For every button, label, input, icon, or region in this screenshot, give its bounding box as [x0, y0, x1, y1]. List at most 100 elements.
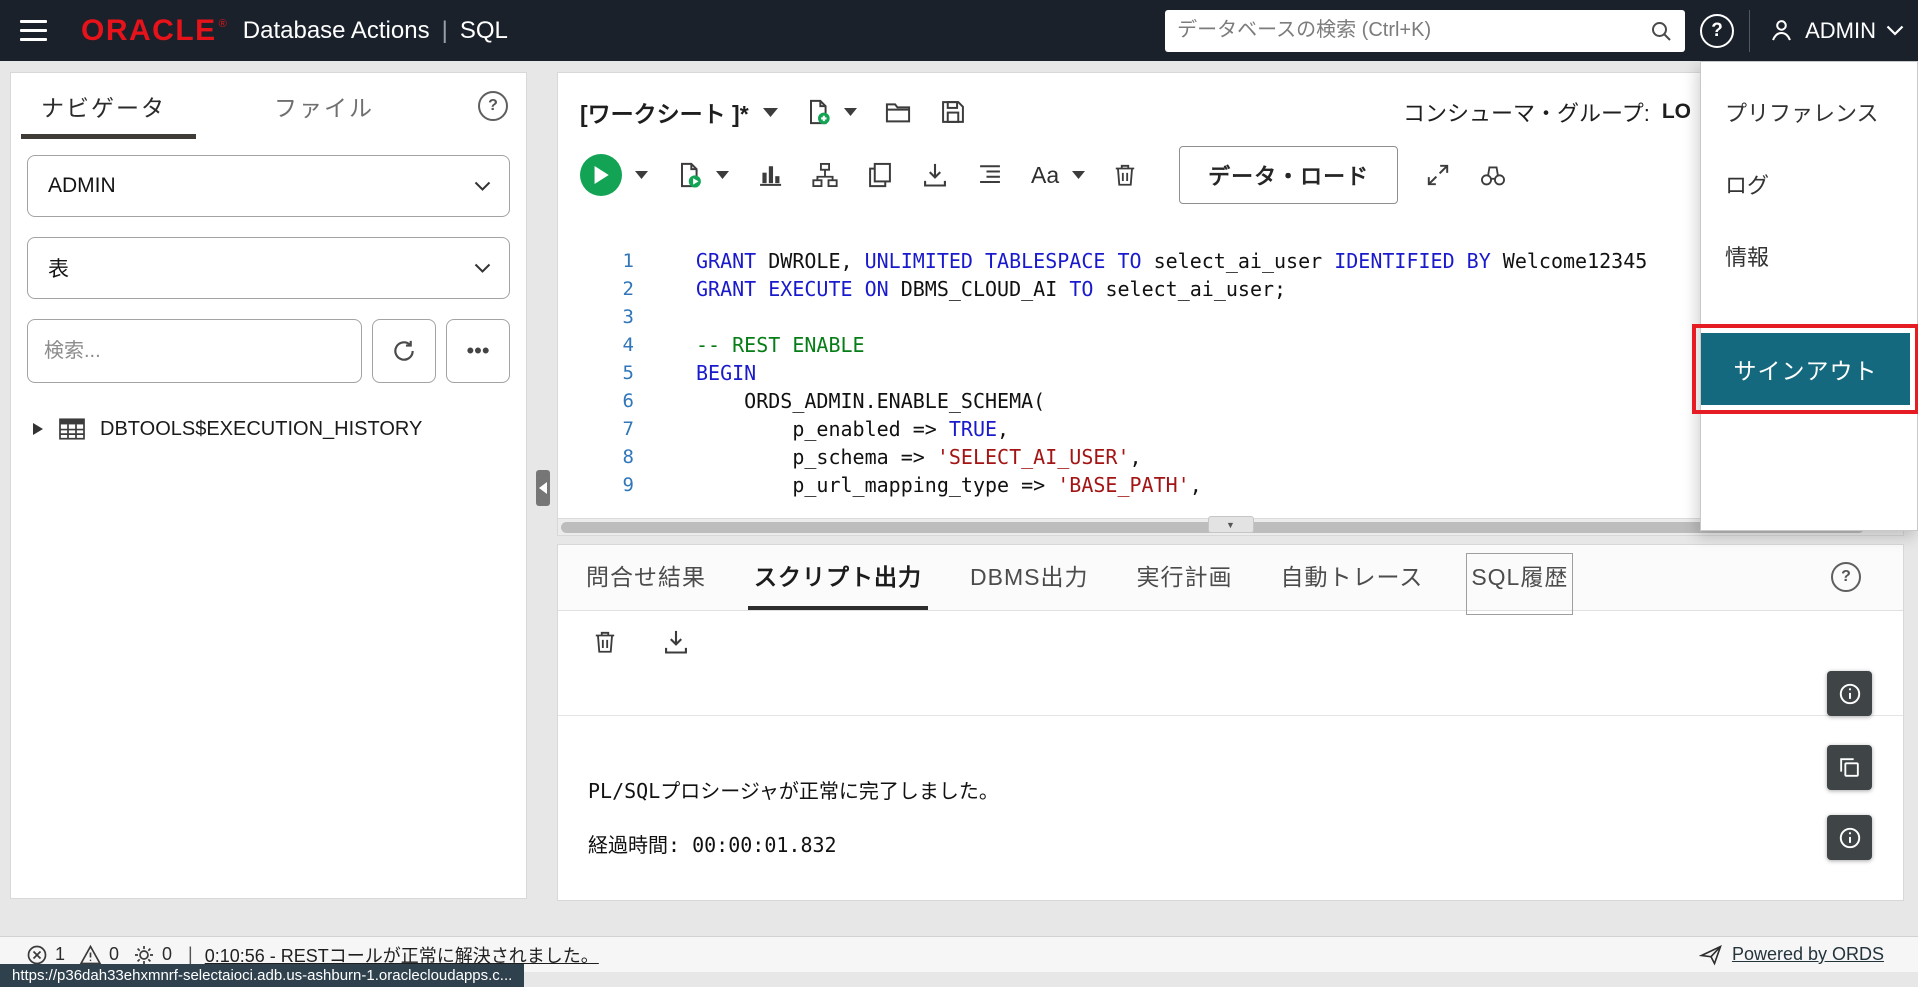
error-counter[interactable]: 1 [26, 944, 65, 966]
task-count: 0 [162, 944, 172, 965]
autotrace-button[interactable] [811, 161, 839, 189]
tab-navigator[interactable]: ナビゲータ [29, 73, 196, 139]
warning-icon [79, 944, 102, 966]
status-right: Powered by ORDS [1699, 944, 1884, 966]
menu-item-info[interactable]: 情報 [1701, 220, 1917, 292]
expand-caret-icon[interactable] [31, 422, 44, 436]
save-worksheet-button[interactable] [939, 98, 967, 126]
oracle-logo: ORACLE [81, 14, 217, 48]
find-button[interactable] [1478, 162, 1508, 188]
tab-autotrace[interactable]: 自動トレース [1280, 558, 1423, 610]
clear-output-button[interactable] [592, 628, 618, 656]
header: ORACLE ® Database Actions | SQL ? ADMIN [0, 0, 1918, 61]
user-menu-button[interactable]: ADMIN [1749, 10, 1904, 52]
line-number: 5 [558, 359, 656, 387]
app-subtitle: SQL [460, 17, 508, 45]
line-number: 7 [558, 415, 656, 443]
line-number: 1 [558, 247, 656, 275]
new-worksheet-button[interactable] [804, 98, 832, 126]
code-text: p_url_mapping_type => 'BASE_PATH', [656, 471, 1202, 499]
chevron-down-icon [763, 108, 778, 117]
panel-splitter-handle[interactable]: ▼ [1208, 516, 1254, 533]
status-divider: | [188, 944, 193, 965]
tab-query-result[interactable]: 問合せ結果 [586, 558, 706, 610]
run-script-button[interactable] [675, 161, 703, 189]
warning-count: 0 [109, 944, 119, 965]
hamburger-menu-icon[interactable] [20, 20, 47, 41]
refresh-button[interactable] [372, 319, 436, 383]
ords-rocket-icon [1699, 944, 1723, 966]
code-text: p_schema => 'SELECT_AI_USER', [656, 443, 1142, 471]
code-text: GRANT DWROLE, UNLIMITED TABLESPACE TO se… [656, 247, 1647, 275]
clear-worksheet-button[interactable] [1112, 161, 1138, 189]
worksheet-title: [ワークシート ]* [580, 95, 749, 129]
copy-output-button[interactable] [1827, 745, 1872, 790]
object-type-value: 表 [48, 253, 69, 283]
results-help-button[interactable]: ? [1831, 562, 1861, 592]
code-text: BEGIN [656, 359, 756, 387]
code-text: -- REST ENABLE [656, 331, 865, 359]
sidebar-help-button[interactable]: ? [478, 91, 508, 121]
menu-item-log[interactable]: ログ [1701, 148, 1917, 220]
powered-by-ords-link[interactable]: Powered by ORDS [1732, 944, 1884, 965]
run-button[interactable] [580, 154, 622, 196]
error-icon [26, 944, 48, 966]
user-icon [1768, 17, 1795, 44]
sidebar-search-input[interactable] [44, 340, 345, 363]
sidebar-collapse-handle[interactable] [536, 470, 550, 506]
consumer-group-value[interactable]: LO [1662, 100, 1691, 124]
output-info-button-top[interactable] [1827, 671, 1872, 716]
results-toolbar [558, 611, 1903, 673]
signout-button[interactable]: サインアウト [1701, 333, 1910, 405]
chevron-down-icon[interactable] [844, 108, 857, 116]
tree-item-label: DBTOOLS$EXECUTION_HISTORY [100, 418, 422, 441]
line-number: 9 [558, 471, 656, 499]
line-number: 8 [558, 443, 656, 471]
output-message: PL/SQLプロシージャが正常に完了しました。 [588, 778, 1903, 804]
run-options-chevron[interactable] [635, 171, 648, 179]
format-button[interactable] [976, 161, 1004, 189]
tree-item[interactable]: DBTOOLS$EXECUTION_HISTORY [27, 411, 510, 447]
code-text: p_enabled => TRUE, [656, 415, 1009, 443]
sidebar-search-row: ••• [27, 319, 510, 383]
data-load-button[interactable]: データ・ロード [1179, 146, 1398, 204]
elapsed-time: 経過時間: 00:00:01.832 [588, 832, 1903, 858]
worksheet-selector[interactable]: [ワークシート ]* [580, 95, 778, 129]
line-number: 6 [558, 387, 656, 415]
menu-item-preferences[interactable]: プリファレンス [1701, 76, 1917, 148]
help-button[interactable]: ? [1700, 14, 1734, 48]
run-script-options-chevron[interactable] [716, 171, 729, 179]
code-text: ORDS_ADMIN.ENABLE_SCHEMA( [656, 387, 1045, 415]
tab-files[interactable]: ファイル [274, 89, 374, 123]
download-output-button[interactable] [662, 628, 690, 656]
consumer-group-label: コンシューマ・グループ: [1403, 96, 1650, 128]
data-load-label: データ・ロード [1208, 159, 1369, 191]
sidebar: ナビゲータ ファイル ? ADMIN 表 [10, 72, 527, 899]
font-size-button[interactable]: Aa [1031, 162, 1059, 189]
warning-counter[interactable]: 0 [79, 944, 119, 966]
global-search-input[interactable] [1177, 19, 1649, 42]
code-text: GRANT EXECUTE ON DBMS_CLOUD_AI TO select… [656, 275, 1286, 303]
output-info-button-bottom[interactable] [1827, 815, 1872, 860]
schema-select[interactable]: ADMIN [27, 155, 510, 217]
results-tabs: 問合せ結果 スクリプト出力 DBMS出力 実行計画 自動トレース SQL履歴 ? [558, 545, 1903, 611]
tab-explain-plan[interactable]: 実行計画 [1136, 558, 1232, 610]
error-count: 1 [55, 944, 65, 965]
more-options-button[interactable]: ••• [446, 319, 510, 383]
tab-sql-history[interactable]: SQL履歴 [1471, 558, 1568, 610]
tab-script-output[interactable]: スクリプト出力 [754, 558, 922, 610]
explain-plan-button[interactable] [756, 161, 784, 189]
line-number: 3 [558, 303, 656, 331]
open-worksheet-button[interactable] [883, 98, 913, 126]
registered-mark: ® [219, 18, 227, 30]
font-options-chevron[interactable] [1072, 171, 1085, 179]
user-menu-dropdown: プリファレンス ログ 情報 サインアウト [1700, 61, 1918, 531]
object-type-select[interactable]: 表 [27, 237, 510, 299]
url-tooltip: https://p36dah33ehxmnrf-selectaioci.adb.… [0, 964, 524, 987]
expand-editor-button[interactable] [1425, 162, 1451, 188]
download-worksheet-button[interactable] [921, 161, 949, 189]
tab-dbms-output[interactable]: DBMS出力 [970, 558, 1088, 610]
sql-history-button[interactable] [866, 161, 894, 189]
task-counter[interactable]: 0 [133, 944, 172, 966]
play-icon [593, 166, 609, 184]
